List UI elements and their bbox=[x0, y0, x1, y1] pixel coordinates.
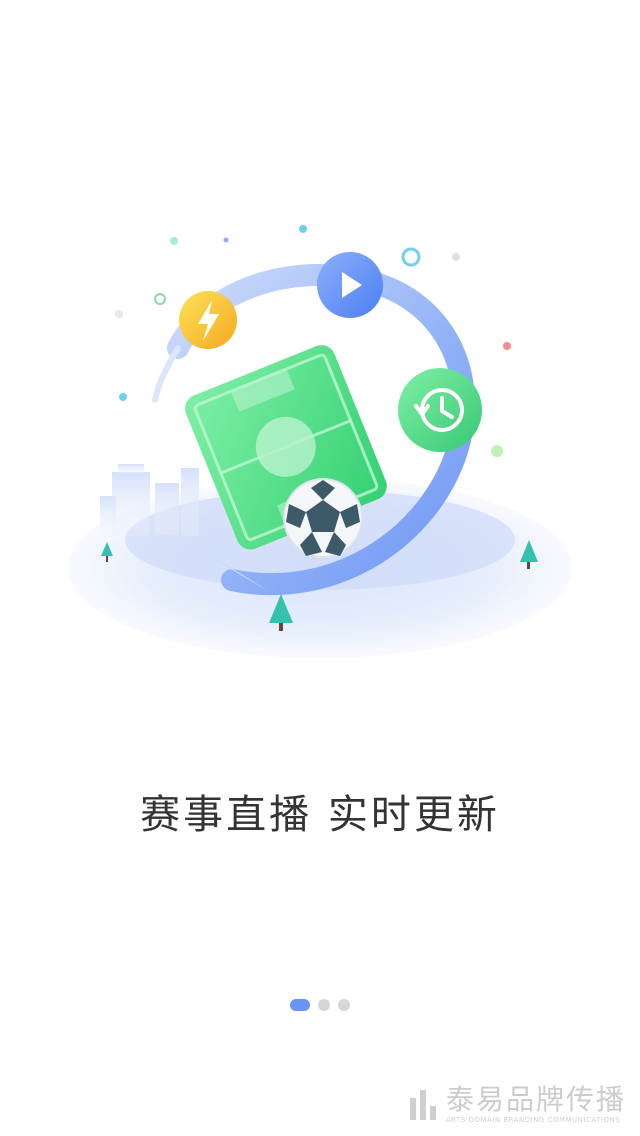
onboarding-screen: 赛事直播 实时更新 泰易品牌传播 ARTS DOMAIN BRANDING CO… bbox=[0, 0, 640, 1136]
soccer-ball-icon bbox=[283, 478, 363, 558]
watermark-sub: ARTS DOMAIN BRANDING COMMUNICATIONS bbox=[445, 1116, 621, 1124]
lightning-icon bbox=[179, 291, 237, 349]
history-icon bbox=[398, 368, 482, 452]
page-dot-1[interactable] bbox=[290, 999, 310, 1011]
page-title: 赛事直播 实时更新 bbox=[140, 792, 500, 838]
play-icon bbox=[317, 252, 383, 318]
page-dot-3[interactable] bbox=[338, 999, 350, 1011]
page-indicator bbox=[0, 999, 640, 1011]
watermark-logo-icon bbox=[409, 1090, 436, 1120]
watermark: 泰易品牌传播 ARTS DOMAIN BRANDING COMMUNICATIO… bbox=[409, 1086, 626, 1124]
building-icon bbox=[100, 464, 199, 536]
watermark-text: 泰易品牌传播 ARTS DOMAIN BRANDING COMMUNICATIO… bbox=[446, 1086, 626, 1124]
page-dot-2[interactable] bbox=[318, 999, 330, 1011]
live-match-illustration bbox=[68, 225, 572, 658]
watermark-main: 泰易品牌传播 bbox=[445, 1083, 626, 1116]
